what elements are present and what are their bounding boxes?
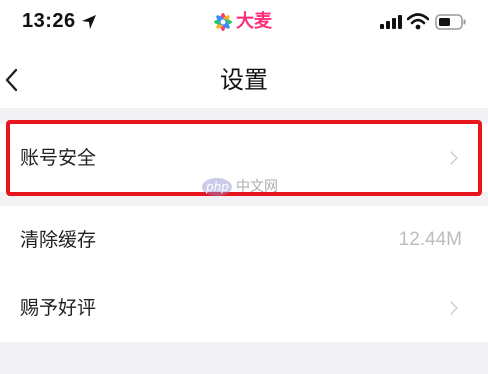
nav-bar: 设置 xyxy=(0,50,488,108)
app-logo: 大麦 xyxy=(212,10,272,36)
wifi-icon xyxy=(407,13,429,30)
settings-row-rate-app[interactable]: 赐予好评 xyxy=(0,274,488,342)
page-title: 设置 xyxy=(220,66,268,94)
app-name: 大麦 xyxy=(236,11,272,32)
settings-row-label: 赐予好评 xyxy=(20,297,97,319)
logo-flower-icon xyxy=(214,13,232,31)
settings-row-account-security[interactable]: 账号安全 xyxy=(0,124,488,192)
location-arrow-icon xyxy=(82,15,96,29)
battery-icon xyxy=(435,14,466,30)
settings-row-label: 清除缓存 xyxy=(20,229,97,251)
settings-row-clear-cache[interactable]: 清除缓存 12.44M xyxy=(0,206,488,274)
cache-size-value: 12.44M xyxy=(398,229,462,250)
chevron-right-icon xyxy=(450,301,458,315)
signal-icon xyxy=(380,15,402,29)
chevron-right-icon xyxy=(450,151,458,165)
settings-row-label: 账号安全 xyxy=(20,147,97,169)
status-bar: 13:26 大麦 xyxy=(0,0,488,50)
status-time: 13:26 xyxy=(22,10,76,32)
